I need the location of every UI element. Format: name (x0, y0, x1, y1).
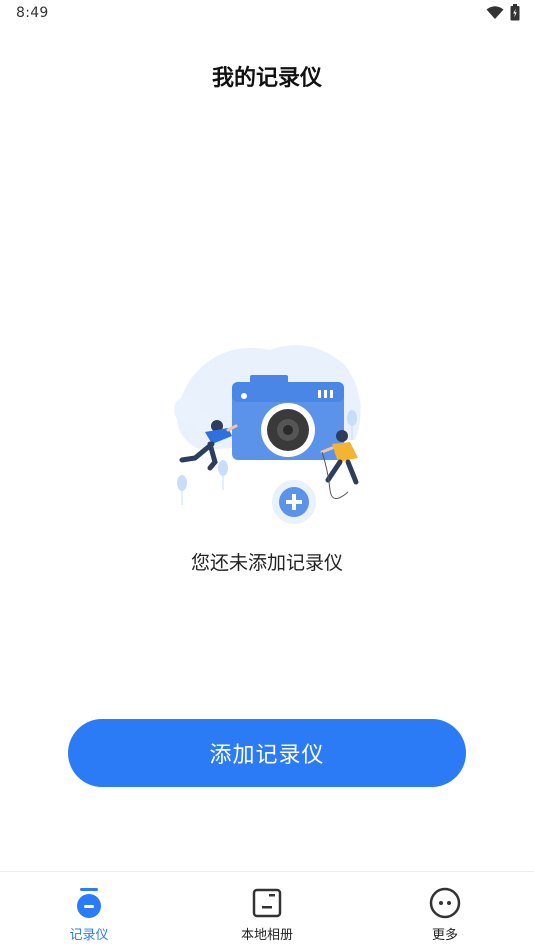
nav-item-recorder[interactable]: 记录仪 (0, 872, 178, 950)
nav-item-album[interactable]: 本地相册 (178, 872, 356, 950)
page-title: 我的记录仪 (211, 66, 322, 91)
battery-icon (510, 4, 520, 21)
add-recorder-button[interactable]: 添加记录仪 (68, 719, 466, 787)
nav-item-more[interactable]: 更多 (356, 872, 534, 950)
nav-label-recorder: 记录仪 (69, 928, 109, 943)
app-screen: 8:49 我的记录仪 您还未添加记录仪 添加记录仪 记录仪 本地相册 更多 (0, 0, 534, 950)
status-icons (486, 4, 520, 21)
wifi-icon (486, 5, 504, 20)
more-icon (429, 886, 461, 920)
status-time: 8:49 (16, 5, 49, 21)
nav-label-more: 更多 (431, 928, 458, 943)
empty-state-message: 您还未添加记录仪 (190, 552, 343, 574)
recorder-icon (75, 886, 103, 920)
nav-label-album: 本地相册 (240, 928, 293, 943)
camera-add-illustration (160, 340, 370, 530)
album-icon (252, 886, 282, 920)
bottom-nav: 记录仪 本地相册 更多 (0, 871, 534, 950)
status-bar: 8:49 (0, 0, 534, 28)
